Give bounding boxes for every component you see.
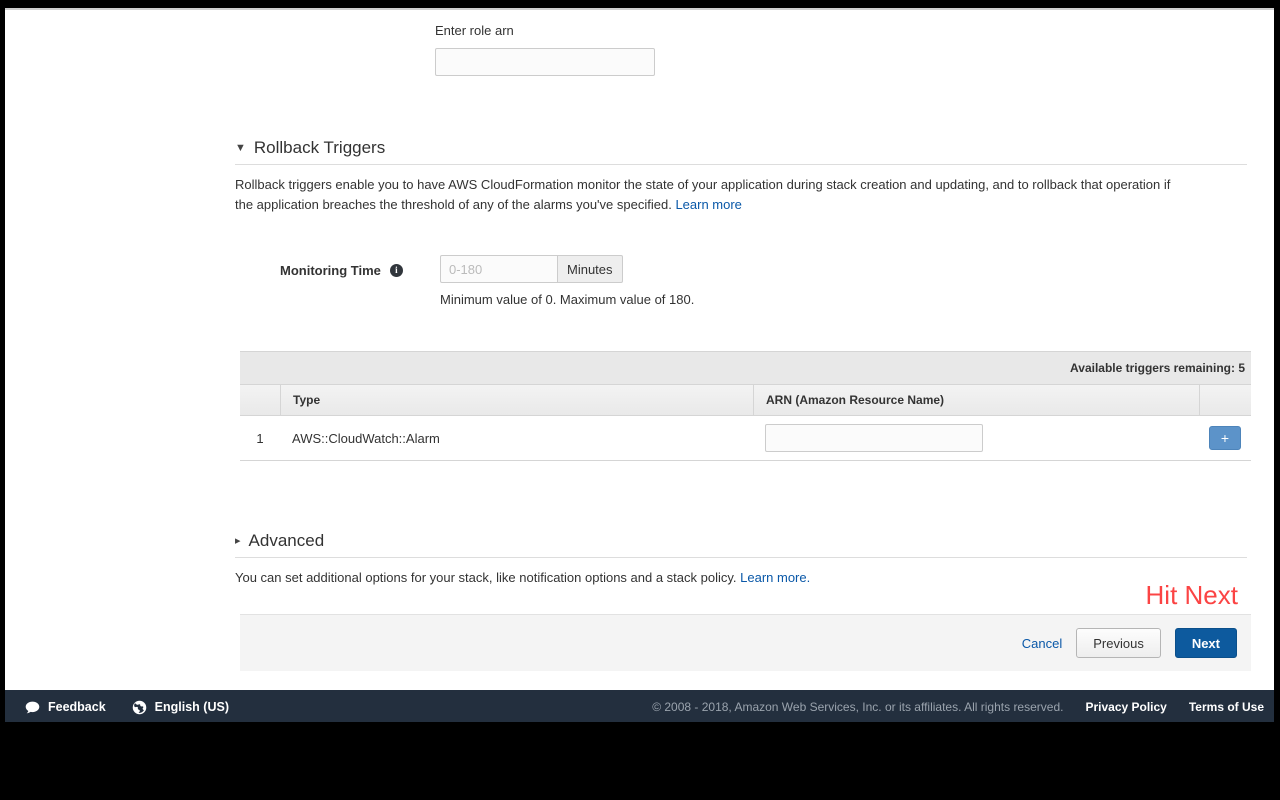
- rollback-triggers-description: Rollback triggers enable you to have AWS…: [235, 175, 1190, 215]
- table-header-index: [240, 385, 280, 415]
- globe-icon: [132, 700, 147, 715]
- speech-bubble-icon: [25, 701, 40, 714]
- advanced-description-text: You can set additional options for your …: [235, 570, 737, 585]
- advanced-header[interactable]: ▸ Advanced: [235, 531, 1247, 558]
- role-arn-input[interactable]: [435, 48, 655, 76]
- feedback-button[interactable]: Feedback: [25, 700, 106, 714]
- advanced-learn-more-link[interactable]: Learn more.: [740, 570, 810, 585]
- cloudformation-form-page: Enter role arn ▼ Rollback Triggers Rollb…: [5, 10, 1274, 690]
- rollback-triggers-section: ▼ Rollback Triggers Rollback triggers en…: [235, 138, 1247, 215]
- monitoring-time-label: Monitoring Time: [280, 263, 381, 278]
- monitoring-time-unit-addon: Minutes: [558, 255, 623, 283]
- advanced-description: You can set additional options for your …: [235, 568, 1190, 588]
- footer-right-group: © 2008 - 2018, Amazon Web Services, Inc.…: [652, 700, 1264, 714]
- rollback-triggers-table: Available triggers remaining: 5 Type ARN…: [240, 351, 1251, 461]
- language-label: English (US): [154, 700, 229, 714]
- role-arn-field-group: Enter role arn: [435, 23, 835, 76]
- language-selector[interactable]: English (US): [132, 700, 229, 715]
- rollback-triggers-learn-more-link[interactable]: Learn more: [675, 197, 741, 212]
- monitoring-time-input-group: Minutes: [440, 255, 623, 283]
- monitoring-time-input[interactable]: [440, 255, 558, 283]
- feedback-label: Feedback: [48, 700, 106, 714]
- previous-button[interactable]: Previous: [1076, 628, 1161, 658]
- role-arn-label: Enter role arn: [435, 23, 514, 38]
- next-button[interactable]: Next: [1174, 628, 1237, 658]
- table-header-arn: ARN (Amazon Resource Name): [753, 385, 1199, 415]
- rollback-triggers-title: Rollback Triggers: [253, 138, 386, 157]
- chevron-down-icon[interactable]: ▼: [235, 142, 246, 154]
- table-header-actions: [1199, 385, 1251, 415]
- triggers-remaining-bar: Available triggers remaining: 5: [240, 352, 1251, 385]
- table-row: 1 AWS::CloudWatch::Alarm +: [240, 416, 1251, 460]
- info-icon[interactable]: i: [389, 264, 403, 277]
- browser-viewport: Enter role arn ▼ Rollback Triggers Rollb…: [5, 8, 1274, 722]
- table-cell-index: 1: [256, 430, 264, 446]
- hit-next-annotation: Hit Next: [1145, 580, 1238, 610]
- arn-input[interactable]: [765, 424, 983, 452]
- monitoring-time-label-group: Monitoring Time i: [280, 263, 403, 278]
- terms-of-use-link[interactable]: Terms of Use: [1189, 700, 1264, 714]
- cancel-link[interactable]: Cancel: [1022, 636, 1062, 651]
- table-cell-type: AWS::CloudWatch::Alarm: [292, 430, 440, 446]
- chevron-right-icon[interactable]: ▸: [235, 535, 241, 547]
- monitoring-time-hint: Minimum value of 0. Maximum value of 180…: [440, 292, 695, 307]
- form-action-bar: Cancel Previous Next: [240, 614, 1251, 671]
- table-cell-arn: [753, 416, 1199, 460]
- rollback-triggers-header[interactable]: ▼ Rollback Triggers: [235, 138, 1247, 165]
- triggers-table-header-row: Type ARN (Amazon Resource Name): [240, 385, 1251, 416]
- table-cell-actions: +: [1199, 416, 1251, 460]
- privacy-policy-link[interactable]: Privacy Policy: [1085, 700, 1166, 714]
- site-footer: Feedback English (US) © 2008 - 2018, Ama…: [5, 690, 1274, 722]
- table-header-type: Type: [280, 385, 753, 415]
- add-trigger-button[interactable]: +: [1209, 426, 1241, 450]
- footer-left-group: Feedback English (US): [25, 700, 229, 715]
- triggers-remaining-label: Available triggers remaining: 5: [1070, 361, 1245, 375]
- advanced-title: Advanced: [248, 531, 325, 550]
- copyright-text: © 2008 - 2018, Amazon Web Services, Inc.…: [652, 700, 1064, 714]
- advanced-section: ▸ Advanced You can set additional option…: [235, 531, 1247, 588]
